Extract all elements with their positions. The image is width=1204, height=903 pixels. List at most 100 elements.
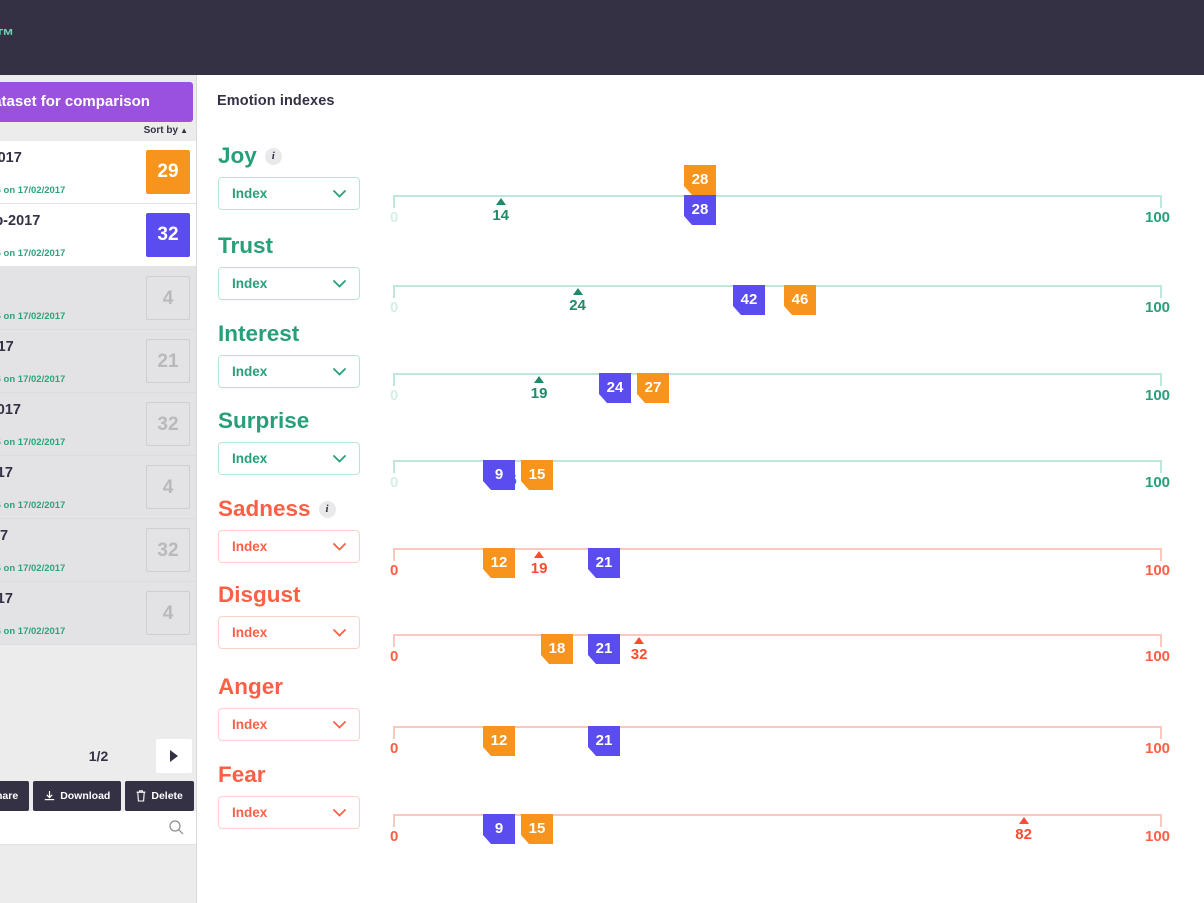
metric-select-value: Index [232, 539, 268, 554]
value-flag-series-a: 15 [521, 460, 553, 490]
dataset-title: -Feb-2017 [0, 339, 14, 355]
dataset-list-item[interactable]: e-Jan-2017entspleted 10:56 on 17/02/2017… [0, 393, 196, 456]
sort-by-control[interactable]: Sort by ▲ [144, 125, 188, 136]
axis-min-label: 0 [390, 209, 399, 226]
axis-min-label: 0 [390, 740, 399, 757]
next-page-button[interactable] [156, 739, 192, 773]
value-flag-series-a: 12 [483, 548, 515, 578]
chevron-down-icon [333, 280, 346, 288]
dataset-list-item[interactable]: soft-Feb-2017entspleted 10:56 on 17/02/2… [0, 204, 196, 267]
info-icon[interactable]: i [264, 148, 282, 165]
value-flag-series-a: 27 [637, 373, 669, 403]
metric-select-disgust[interactable]: Index [218, 616, 360, 649]
emotion-label-text: Interest [218, 321, 300, 346]
axis-max-label: 100 [1145, 474, 1171, 491]
page-title: Emotion indexes [217, 93, 335, 109]
sort-ascending-icon: ▲ [180, 126, 188, 135]
index-scale: 0100281221 [390, 674, 1183, 762]
axis-tick-max [1160, 285, 1162, 298]
metric-select-value: Index [232, 186, 268, 201]
emotion-label-text: Disgust [218, 582, 301, 607]
emotion-label: Fear [218, 762, 266, 788]
dataset-list-item[interactable]: -Jan-2017entspleted 10:56 on 17/02/20174 [0, 582, 196, 645]
dataset-title: -Jan-2017 [0, 591, 13, 607]
axis-line [393, 285, 1162, 287]
benchmark-value: 19 [530, 385, 548, 402]
metric-select-surprise[interactable]: Index [218, 442, 360, 475]
trash-icon [136, 790, 146, 802]
metric-select-value: Index [232, 625, 268, 640]
dataset-score-badge: 4 [146, 591, 190, 635]
metric-select-value: Index [232, 364, 268, 379]
emotion-label-text: Sadness [218, 496, 311, 521]
metric-select-value: Index [232, 717, 268, 732]
value-flag-series-a: 15 [521, 814, 553, 844]
info-icon[interactable]: i [318, 501, 336, 518]
index-scale: 0 100 82 15 9 [390, 762, 1183, 850]
axis-line [393, 373, 1162, 375]
benchmark-triangle-icon [495, 198, 506, 205]
dataset-score-badge: 4 [146, 465, 190, 509]
value-flag-series-a: 46 [784, 285, 816, 315]
metric-select-anger[interactable]: Index [218, 708, 360, 741]
metric-select-interest[interactable]: Index [218, 355, 360, 388]
benchmark-value: 24 [569, 297, 586, 314]
chevron-down-icon [333, 629, 346, 637]
app-brand-logo: tics™ [0, 26, 17, 47]
benchmark-triangle-icon [534, 551, 545, 558]
value-flag-series-b: 28 [684, 195, 716, 225]
index-scale: 0 100 19 27 24 [390, 321, 1183, 409]
dataset-list-item[interactable]: -Feb-2017entspleted 10:56 on 17/02/20172… [0, 330, 196, 393]
dataset-completed-timestamp: pleted 10:56 on 17/02/2017 [0, 185, 66, 196]
emotion-row-joy: Joy i Index 0 100 14 28 28 [198, 143, 1204, 231]
dataset-list-item[interactable]: 2017entspleted 10:56 on 17/02/20174 [0, 267, 196, 330]
axis-max-label: 100 [1145, 299, 1171, 316]
emotion-row-anger: AngerIndex0100281221 [198, 674, 1204, 762]
value-flag-series-a: 12 [483, 726, 515, 756]
metric-select-fear[interactable]: Index [218, 796, 360, 829]
chevron-down-icon [333, 455, 346, 463]
dataset-title: soft-Feb-2017 [0, 213, 41, 229]
download-button[interactable]: Download [33, 781, 122, 811]
play-triangle-icon [170, 750, 178, 762]
emotion-label: Surprise [218, 408, 309, 434]
emotion-row-fear: Fear Index 0 100 82 15 9 [198, 762, 1204, 850]
chevron-down-icon [333, 543, 346, 551]
dataset-score-badge: 21 [146, 339, 190, 383]
search-icon [169, 820, 184, 835]
axis-tick-min [393, 726, 395, 739]
axis-tick-min [393, 373, 395, 386]
benchmark-value: 82 [1015, 826, 1032, 843]
value-flag-series-a: 28 [684, 165, 716, 195]
emotion-label: Trust [218, 233, 273, 259]
chevron-down-icon [333, 368, 346, 376]
dataset-title: e-Jan-2017 [0, 402, 21, 418]
benchmark-triangle-icon [534, 376, 545, 383]
dataset-completed-timestamp: pleted 10:56 on 17/02/2017 [0, 626, 66, 637]
emotion-row-surprise: SurpriseIndex010015159 [198, 408, 1204, 496]
metric-select-joy[interactable]: Index [218, 177, 360, 210]
dataset-score-badge: 32 [146, 528, 190, 572]
dataset-search-field[interactable] [0, 811, 196, 845]
value-flag-series-b: 9 [483, 460, 515, 490]
index-scale: 0 100 24 46 42 [390, 233, 1183, 321]
dataset-list-item[interactable]: Jan-2017entspleted 10:56 on 17/02/201732 [0, 519, 196, 582]
dataset-title: e-Feb-2017 [0, 150, 22, 166]
chevron-down-icon [333, 721, 346, 729]
index-scale: 0 100 32 18 21 [390, 582, 1183, 670]
share-button[interactable]: Share [0, 781, 30, 811]
metric-select-trust[interactable]: Index [218, 267, 360, 300]
main-panel: Emotion indexes Joy i Index 0 100 14 28 28 Trust… [198, 75, 1204, 903]
value-flag-series-b: 21 [588, 634, 620, 664]
benchmark-value: 14 [492, 207, 509, 224]
dataset-list-item[interactable]: -Jan-2017entspleted 10:56 on 17/02/20174 [0, 456, 196, 519]
dataset-list-item[interactable]: e-Feb-2017entspleted 10:56 on 17/02/2017… [0, 141, 196, 204]
pagination: 1/2 [0, 735, 196, 781]
dataset-completed-timestamp: pleted 10:56 on 17/02/2017 [0, 374, 66, 385]
delete-button[interactable]: Delete [125, 781, 194, 811]
chevron-down-icon [333, 809, 346, 817]
metric-select-sadness[interactable]: Index [218, 530, 360, 563]
emotion-label-text: Surprise [218, 408, 310, 433]
select-dataset-for-comparison-button[interactable]: lataset for comparison [0, 82, 193, 122]
dataset-score-badge: 32 [146, 402, 190, 446]
